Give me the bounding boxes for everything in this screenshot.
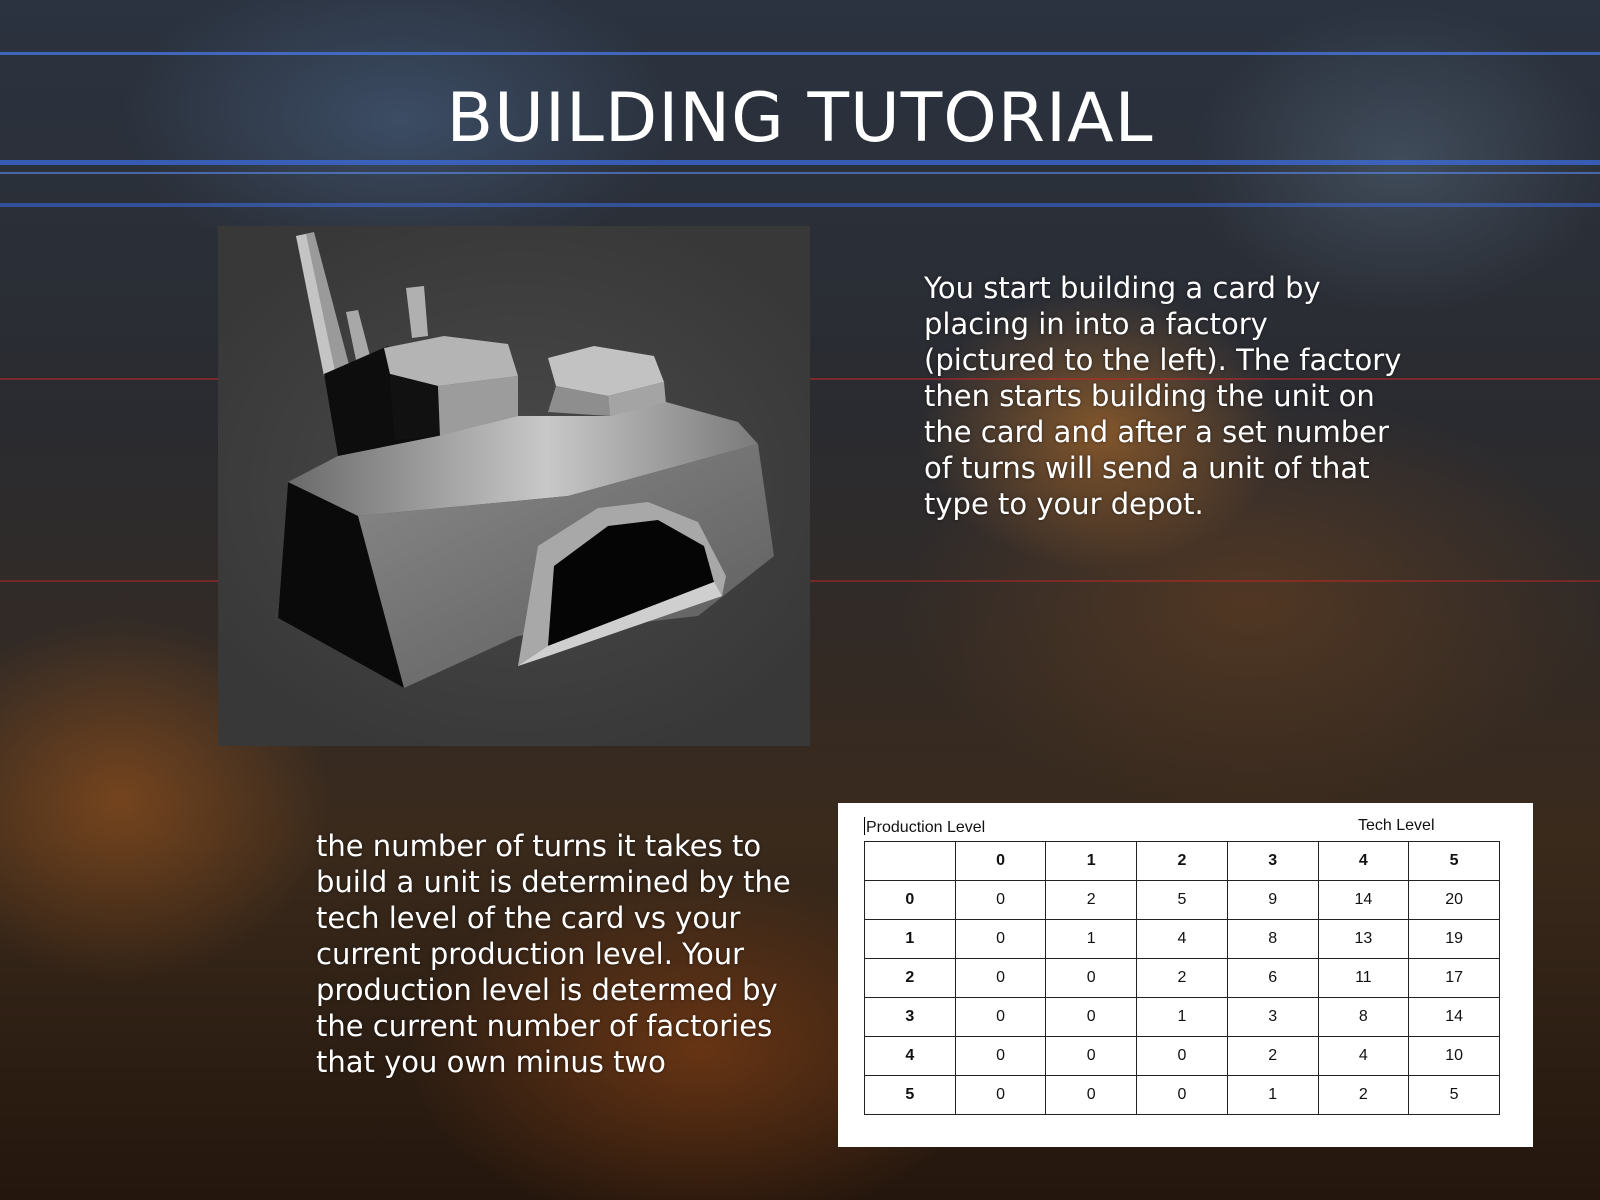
table-cell: 14 [1317,880,1410,920]
slide-title: BUILDING TUTORIAL [446,79,1154,158]
table-cell: 0 [1045,958,1138,998]
table-cell: 0 [954,919,1047,959]
table-cell: 0 [1045,997,1138,1037]
column-header: 2 [1136,841,1228,881]
decorative-stripe [0,172,1600,174]
decorative-stripe [0,52,1600,55]
table-cell: 5 [1408,1075,1500,1115]
text-cursor [864,817,865,835]
table-cell: 13 [1317,919,1410,959]
row-header: 2 [864,958,956,998]
table-cell: 8 [1226,919,1319,959]
production-time-table-panel: Production Level Tech Level 0 1 2 3 4 5 … [838,803,1533,1147]
table-cell: 14 [1408,997,1500,1037]
table-cell: 11 [1317,958,1410,998]
table-cell: 17 [1408,958,1500,998]
table-cell: 4 [1317,1036,1410,1076]
table-cell: 0 [1136,1036,1228,1076]
table-cell: 2 [1136,958,1228,998]
row-header: 4 [864,1036,956,1076]
column-header: 0 [954,841,1047,881]
column-header: 5 [1408,841,1500,881]
table-cell: 0 [1045,1075,1138,1115]
decorative-stripe [0,203,1600,207]
column-header: 4 [1317,841,1410,881]
table-cell: 1 [1226,1075,1319,1115]
table-cell: 0 [954,880,1047,920]
factory-image [218,226,810,746]
detail-paragraph: the number of turns it takes to build a … [316,829,791,1079]
table-row: 2 0 0 2 6 11 17 [864,958,1500,998]
table-cell: 0 [954,1036,1047,1076]
table-row: 3 0 0 1 3 8 14 [864,997,1500,1037]
table-cell: 0 [954,958,1047,998]
table-cell: 0 [1136,1075,1228,1115]
table-cell: 1 [1045,919,1138,959]
row-header: 3 [864,997,956,1037]
table-cell: 8 [1317,997,1410,1037]
table-cell: 6 [1226,958,1319,998]
column-header: 1 [1045,841,1138,881]
table-cell: 4 [1136,919,1228,959]
table-cell: 10 [1408,1036,1500,1076]
table-cell: 2 [1317,1075,1410,1115]
row-header: 1 [864,919,956,959]
production-time-table: 0 1 2 3 4 5 0 0 2 5 9 14 20 1 0 1 4 8 13… [864,841,1500,1115]
table-cell: 2 [1045,880,1138,920]
table-row: 1 0 1 4 8 13 19 [864,919,1500,959]
table-row: 0 0 2 5 9 14 20 [864,880,1500,920]
table-cell: 20 [1408,880,1500,920]
column-header: 3 [1226,841,1319,881]
row-header: 0 [864,880,956,920]
table-cell: 19 [1408,919,1500,959]
table-cell: 0 [1045,1036,1138,1076]
table-cell: 5 [1136,880,1228,920]
table-cell: 0 [954,1075,1047,1115]
table-cell: 9 [1226,880,1319,920]
table-cell: 3 [1226,997,1319,1037]
table-cell: 1 [1136,997,1228,1037]
table-row: 4 0 0 0 2 4 10 [864,1036,1500,1076]
intro-paragraph: You start building a card by placing in … [924,271,1402,521]
table-row: 5 0 0 0 1 2 5 [864,1075,1500,1115]
row-header: 5 [864,1075,956,1115]
row-axis-label: Production Level [864,817,985,837]
table-header-row: 0 1 2 3 4 5 [864,841,1500,881]
row-axis-label-text: Production Level [866,819,986,836]
table-cell: 0 [954,997,1047,1037]
table-corner-cell [864,841,956,881]
factory-model-illustration [278,232,774,688]
column-axis-label: Tech Level [1358,817,1435,834]
table-cell: 2 [1226,1036,1319,1076]
